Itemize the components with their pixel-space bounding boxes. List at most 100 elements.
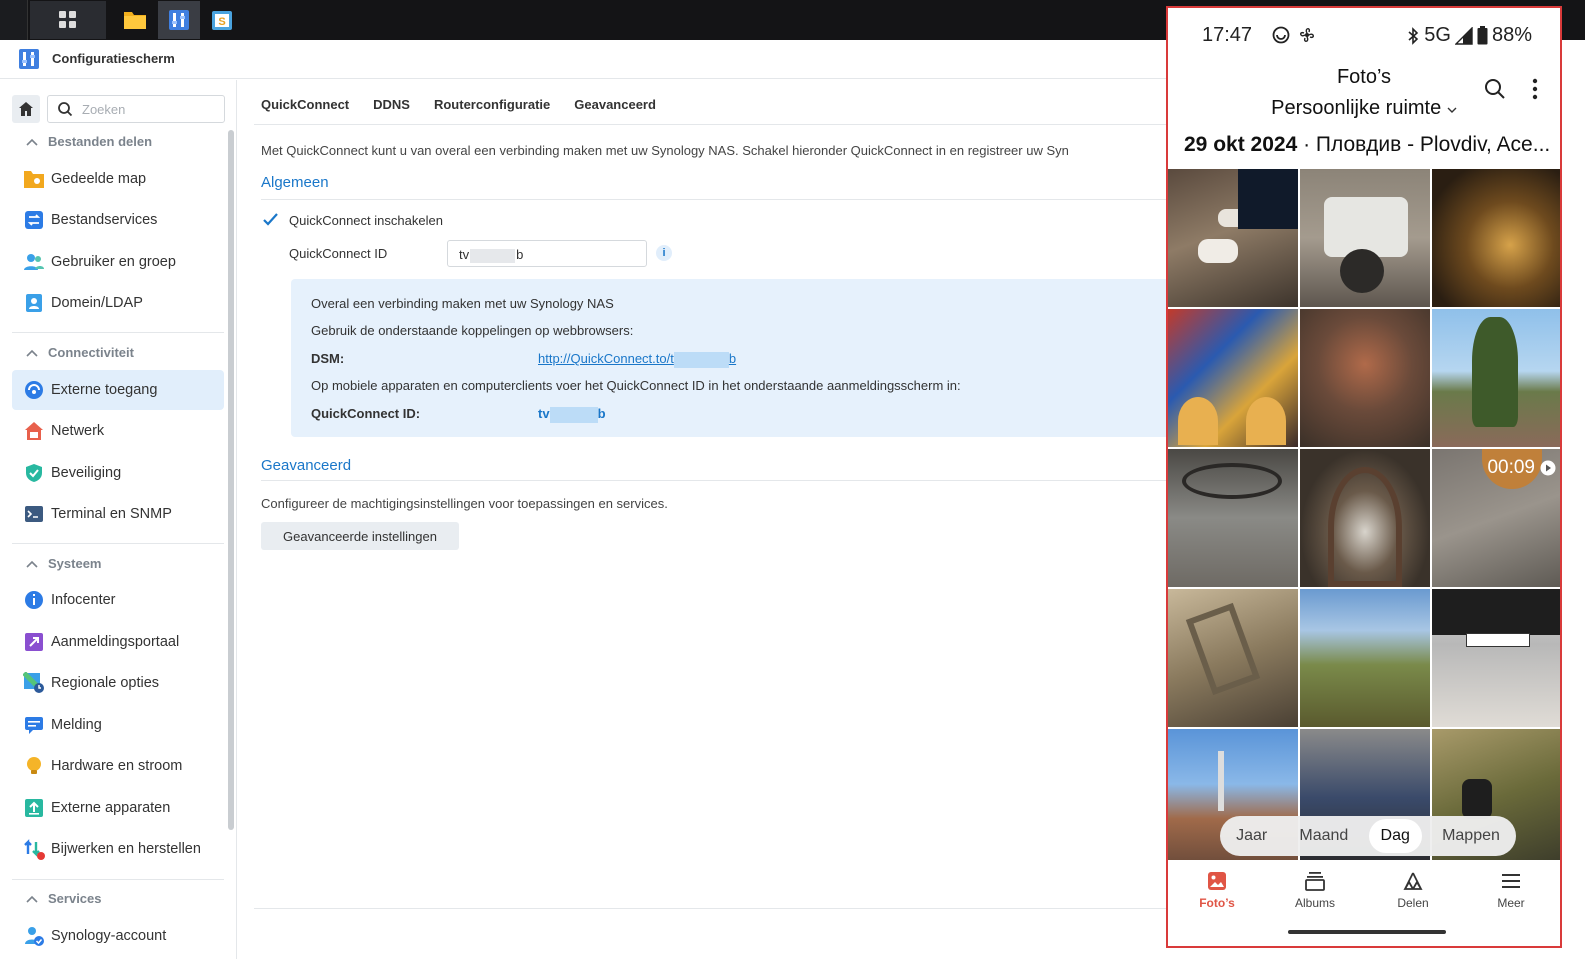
segment-dag[interactable]: Dag xyxy=(1368,819,1422,853)
sidebar-item-netwerk[interactable]: Netwerk xyxy=(12,411,224,451)
section-connectiviteit[interactable]: Connectiviteit xyxy=(26,345,134,360)
segment-maand[interactable]: Maand xyxy=(1287,819,1360,853)
nav-photos[interactable]: Foto’s xyxy=(1168,860,1266,922)
battery-icon xyxy=(1477,26,1488,45)
sidebar-item-label: Externe toegang xyxy=(51,382,158,398)
sidebar-item-hardware-en-stroom[interactable]: Hardware en stroom xyxy=(12,746,224,786)
sidebar-item-gebruiker-en-groep[interactable]: Gebruiker en groep xyxy=(12,242,224,282)
photo-thumbnail[interactable] xyxy=(1300,589,1430,727)
tab-ddns[interactable]: DDNS xyxy=(373,97,410,124)
bottom-navigation: Foto’s Albums Delen Meer xyxy=(1168,860,1560,922)
search-input[interactable]: Zoeken xyxy=(47,95,225,123)
sidebar-item-label: Regionale opties xyxy=(51,675,160,691)
sidebar-item-bestandservices[interactable]: Bestandservices xyxy=(12,200,224,240)
nav-share[interactable]: Delen xyxy=(1364,860,1462,922)
package-icon: S xyxy=(212,11,232,30)
grid-icon xyxy=(59,11,76,28)
sidebar-item-aanmeldingsportaal[interactable]: Aanmeldingsportaal xyxy=(12,622,224,662)
section-title: Systeem xyxy=(48,556,102,571)
divider xyxy=(261,199,1168,200)
sidebar: Zoeken Bestanden delen Gedeelde map Best… xyxy=(0,80,237,959)
divider xyxy=(12,543,224,544)
update-icon xyxy=(23,838,45,860)
sidebar-item-synology-account[interactable]: Synology-account xyxy=(12,916,224,956)
login-portal-icon xyxy=(23,631,45,653)
photo-thumbnail[interactable] xyxy=(1300,169,1430,307)
enable-quickconnect-label[interactable]: QuickConnect inschakelen xyxy=(289,213,443,228)
sidebar-item-melding[interactable]: Melding xyxy=(12,705,224,745)
segment-jaar[interactable]: Jaar xyxy=(1224,819,1279,853)
sidebar-item-gedeelde-map[interactable]: Gedeelde map xyxy=(12,159,224,199)
search-icon[interactable] xyxy=(1484,78,1506,100)
sidebar-item-externe-toegang[interactable]: Externe toegang xyxy=(12,370,224,410)
dsm-link[interactable]: http://QuickConnect.to/t b xyxy=(538,351,736,368)
bluetooth-icon xyxy=(1408,26,1419,45)
info-icon[interactable]: i xyxy=(656,245,672,261)
chevron-up-icon xyxy=(26,895,38,903)
tab-routerconfiguratie[interactable]: Routerconfiguratie xyxy=(434,97,550,124)
video-thumbnail[interactable]: 00:09 xyxy=(1432,449,1560,587)
segment-mappen[interactable]: Mappen xyxy=(1430,819,1512,853)
nav-more[interactable]: Meer xyxy=(1462,860,1560,922)
sidebar-scrollbar[interactable] xyxy=(228,130,234,830)
svg-text:S: S xyxy=(218,16,225,28)
sidebar-item-beveiliging[interactable]: Beveiliging xyxy=(12,453,224,493)
footer-divider xyxy=(254,908,1168,909)
advanced-settings-button[interactable]: Geavanceerde instellingen xyxy=(261,522,459,550)
home-button[interactable] xyxy=(12,95,40,123)
sidebar-item-label: Melding xyxy=(51,717,102,733)
redacted-block xyxy=(549,406,598,423)
control-panel-taskbar-button[interactable] xyxy=(158,1,200,39)
photo-thumbnail[interactable] xyxy=(1300,449,1430,587)
main-menu-button[interactable] xyxy=(30,1,106,39)
sidebar-item-label: Gebruiker en groep xyxy=(51,254,176,270)
status-time: 17:47 xyxy=(1202,24,1253,46)
space-selector[interactable]: Persoonlijke ruimte xyxy=(1168,97,1560,120)
sidebar-item-terminal-en-snmp[interactable]: Terminal en SNMP xyxy=(12,494,224,534)
sidebar-item-infocenter[interactable]: Infocenter xyxy=(12,580,224,620)
sidebar-item-regionale-opties[interactable]: Regionale opties xyxy=(12,663,224,703)
chevron-up-icon xyxy=(26,349,38,357)
tab-geavanceerd[interactable]: Geavanceerd xyxy=(574,97,656,124)
sidebar-item-externe-apparaten[interactable]: Externe apparaten xyxy=(12,788,224,828)
divider xyxy=(12,879,224,880)
redacted-block xyxy=(470,248,516,263)
control-panel-icon xyxy=(169,10,189,30)
section-services[interactable]: Services xyxy=(26,891,102,906)
nav-label: Foto’s xyxy=(1199,896,1235,910)
view-mode-selector: Jaar Maand Dag Mappen xyxy=(1220,816,1516,856)
nav-albums[interactable]: Albums xyxy=(1266,860,1364,922)
enable-quickconnect-checkbox[interactable] xyxy=(262,211,279,228)
section-bestanden-delen[interactable]: Bestanden delen xyxy=(26,134,152,149)
search-placeholder: Zoeken xyxy=(82,102,126,117)
date-header: 29 okt 2024 · Пловдив - Plovdiv, Ace... xyxy=(1184,133,1550,157)
sidebar-item-label: Netwerk xyxy=(51,423,105,439)
photo-thumbnail[interactable] xyxy=(1432,169,1560,307)
sidebar-item-bijwerken-en-herstellen[interactable]: Bijwerken en herstellen xyxy=(12,829,224,869)
users-icon xyxy=(23,251,45,273)
menu-icon xyxy=(1502,874,1520,888)
package-center-taskbar-button[interactable]: S xyxy=(201,1,243,39)
date-location: · Пловдив - Plovdiv, Ace... xyxy=(1297,133,1551,156)
more-vertical-icon[interactable] xyxy=(1532,78,1538,100)
photo-thumbnail[interactable] xyxy=(1168,309,1298,447)
photo-thumbnail[interactable] xyxy=(1300,309,1430,447)
sidebar-item-domein-ldap[interactable]: Domein/LDAP xyxy=(12,283,224,323)
photo-thumbnail[interactable] xyxy=(1168,169,1298,307)
sidebar-item-label: Gedeelde map xyxy=(51,171,147,187)
photo-thumbnail[interactable] xyxy=(1168,589,1298,727)
quickconnect-id-field[interactable]: tv b xyxy=(447,240,647,267)
taskbar-edge xyxy=(0,0,28,40)
section-title-advanced: Geavanceerd xyxy=(261,457,352,474)
status-bar: 17:47 5G 88% xyxy=(1168,8,1560,60)
redacted-block xyxy=(673,351,729,368)
file-station-taskbar-button[interactable] xyxy=(114,1,156,39)
section-systeem[interactable]: Systeem xyxy=(26,556,101,571)
photo-thumbnail[interactable] xyxy=(1432,309,1560,447)
window-title: Configuratiescherm xyxy=(52,51,175,66)
tab-quickconnect[interactable]: QuickConnect xyxy=(261,97,349,124)
photo-thumbnail[interactable] xyxy=(1432,589,1560,727)
gesture-bar[interactable] xyxy=(1288,930,1446,934)
photo-thumbnail[interactable] xyxy=(1168,449,1298,587)
sidebar-item-label: Synology-account xyxy=(51,928,167,944)
